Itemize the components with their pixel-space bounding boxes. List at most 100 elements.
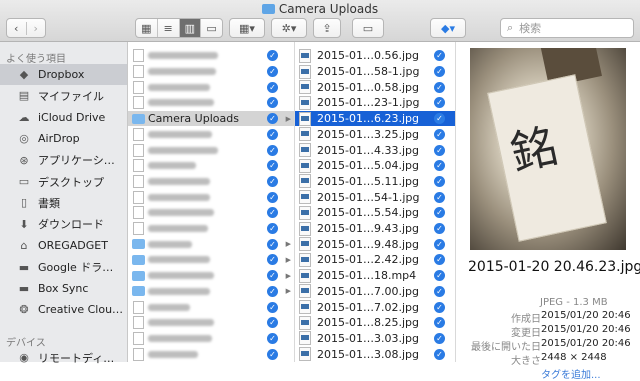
folder-list-item[interactable]: ✓ <box>128 48 294 64</box>
file-list-item[interactable]: 2015-01…7.00.jpg ✓ <box>295 284 455 300</box>
size-value: 2448 × 2448 <box>541 352 607 363</box>
icon-view-button[interactable]: ▦ <box>136 19 158 37</box>
dropbox-menu-button[interactable]: ◆▾ <box>430 18 466 38</box>
file-list-item[interactable]: 2015-01…6.23.jpg ✓ <box>295 110 455 127</box>
blurred-name <box>148 350 198 358</box>
sidebar-item-5[interactable]: ▭ デスクトップ <box>0 171 127 192</box>
coverflow-view-button[interactable]: ▭ <box>201 19 222 37</box>
folder-list-item[interactable]: ✓ <box>128 299 294 315</box>
arrange-button[interactable]: ▦▾ <box>229 18 265 38</box>
sidebar-item-8[interactable]: ⌂ OREGADGET <box>0 235 127 256</box>
file-list-item[interactable]: 2015-01…3.08.jpg ✓ <box>295 346 455 362</box>
dropbox-icon: ◆ <box>19 68 29 81</box>
folder-list-item[interactable]: Camera Uploads ✓ ▶ <box>128 110 294 127</box>
folder-list-item[interactable]: ✓ <box>128 331 294 347</box>
file-list-item[interactable]: 2015-01…5.04.jpg ✓ <box>295 158 455 174</box>
forward-button[interactable]: › <box>27 22 46 35</box>
folder-list-item[interactable]: ✓ ▶ <box>128 284 294 300</box>
folder-list-item[interactable]: ✓ <box>128 158 294 174</box>
file-icon <box>133 49 144 63</box>
search-field[interactable]: ⌕ 検索 <box>500 18 634 38</box>
folder-list-item[interactable]: ✓ <box>128 64 294 80</box>
file-list-item[interactable]: 2015-01…9.43.jpg ✓ <box>295 221 455 237</box>
file-list-item[interactable]: 2015-01…58-1.jpg ✓ <box>295 64 455 80</box>
gear-icon: ✲▾ <box>281 21 297 35</box>
sync-status-icon: ✓ <box>434 348 445 360</box>
sync-status-icon: ✓ <box>434 285 445 297</box>
sidebar-item-9[interactable]: ▬ Google ドラ… <box>0 257 127 278</box>
sidebar-item-label: ダウンロード <box>38 218 104 232</box>
file-list-item[interactable]: 2015-01…7.02.jpg ✓ <box>295 299 455 315</box>
folder-list-item[interactable]: ✓ <box>128 346 294 362</box>
file-list-item[interactable]: 2015-01…18.mp4 ✓ <box>295 268 455 284</box>
size-label: 大きさ <box>511 356 541 367</box>
opened-value: 2015/01/20 20:46 <box>541 338 631 349</box>
folder-list-item[interactable]: ✓ ▶ <box>128 268 294 284</box>
folder-list-item[interactable]: ✓ <box>128 127 294 143</box>
file-name: 2015-01…3.08.jpg <box>317 347 419 361</box>
sidebar-item-6[interactable]: ▯ 書類 <box>0 192 127 213</box>
folder-list-item[interactable]: ✓ <box>128 142 294 158</box>
add-tag-link[interactable]: タグを追加... <box>541 366 601 381</box>
sidebar-device-0[interactable]: ◉ リモートディ… <box>0 347 127 368</box>
sidebar-item-label: Creative Clou… <box>38 303 124 317</box>
sync-status-icon: ✓ <box>434 113 445 125</box>
sidebar-item-7[interactable]: ⬇ ダウンロード <box>0 214 127 235</box>
file-list-item[interactable]: 2015-01…4.33.jpg ✓ <box>295 142 455 158</box>
sync-status-icon: ✓ <box>434 128 445 140</box>
folder-list-item[interactable]: ✓ <box>128 221 294 237</box>
file-list-item[interactable]: 2015-01…5.54.jpg ✓ <box>295 205 455 221</box>
folder-list-item[interactable]: ✓ <box>128 95 294 111</box>
sidebar-item-1[interactable]: ▤ マイファイル <box>0 85 127 106</box>
folder-list-item[interactable]: ✓ <box>128 189 294 205</box>
file-list-item[interactable]: 2015-01…9.48.jpg ✓ <box>295 236 455 252</box>
sync-status-icon: ✓ <box>267 317 278 329</box>
list-view-button[interactable]: ≡ <box>158 19 180 37</box>
folder-list-item[interactable]: ✓ <box>128 315 294 331</box>
folder-list-item[interactable]: ✓ ▶ <box>128 252 294 268</box>
file-list-item[interactable]: 2015-01…2.42.jpg ✓ <box>295 252 455 268</box>
file-list-item[interactable]: 2015-01…0.56.jpg ✓ <box>295 48 455 64</box>
tags-button[interactable]: ▭ <box>352 18 384 38</box>
file-name: 2015-01…8.25.jpg <box>317 316 419 330</box>
file-list-item[interactable]: 2015-01…54-1.jpg ✓ <box>295 189 455 205</box>
preview-pane: 銘 2015-01-20 20.46.23.jpg JPEG - 1.3 MB … <box>456 42 640 381</box>
disclosure-arrow-icon: ▶ <box>285 114 291 123</box>
blurred-name <box>148 256 210 264</box>
file-list-item[interactable]: 2015-01…0.58.jpg ✓ <box>295 79 455 95</box>
sidebar-item-label: アプリケーシ… <box>38 154 115 168</box>
sidebar-item-4[interactable]: ⊛ アプリケーシ… <box>0 150 127 171</box>
label-kanji: 銘 <box>505 118 563 181</box>
sync-status-icon: ✓ <box>434 270 445 282</box>
file-name: 2015-01…0.58.jpg <box>317 80 419 94</box>
action-button[interactable]: ✲▾ <box>271 18 307 38</box>
file-name: 2015-01…4.33.jpg <box>317 143 419 157</box>
file-icon <box>133 80 144 94</box>
sidebar-item-2[interactable]: ☁ iCloud Drive <box>0 107 127 128</box>
folder-list-item[interactable]: ✓ <box>128 205 294 221</box>
column-view-button[interactable]: ▥ <box>179 19 202 37</box>
blurred-name <box>148 162 196 170</box>
sidebar-item-0[interactable]: ◆ Dropbox <box>0 64 127 85</box>
sidebar-item-11[interactable]: ❂ Creative Clou… <box>0 299 127 320</box>
file-icon <box>133 331 144 345</box>
folder-list-item[interactable]: ✓ <box>128 79 294 95</box>
preview-kind: JPEG - 1.3 MB <box>540 297 608 308</box>
file-list-item[interactable]: 2015-01…23-1.jpg ✓ <box>295 95 455 111</box>
folder-list-item[interactable]: ✓ ▶ <box>128 236 294 252</box>
image-file-icon <box>299 205 311 220</box>
file-list-item[interactable]: 2015-01…3.25.jpg ✓ <box>295 127 455 143</box>
disclosure-arrow-icon: ▶ <box>285 287 291 296</box>
folder-icon <box>132 254 145 265</box>
file-list-item[interactable]: 2015-01…5.11.jpg ✓ <box>295 174 455 190</box>
image-file-icon <box>299 143 311 158</box>
sidebar-item-3[interactable]: ◎ AirDrop <box>0 128 127 149</box>
file-name: 2015-01…6.23.jpg <box>317 112 419 126</box>
sidebar-item-10[interactable]: ▬ Box Sync <box>0 278 127 299</box>
file-list-item[interactable]: 2015-01…8.25.jpg ✓ <box>295 315 455 331</box>
file-list-item[interactable]: 2015-01…3.03.jpg ✓ <box>295 331 455 347</box>
file-icon <box>133 222 144 236</box>
folder-list-item[interactable]: ✓ <box>128 174 294 190</box>
back-button[interactable]: ‹ <box>7 21 27 35</box>
share-button[interactable]: ⇪ <box>313 18 341 38</box>
